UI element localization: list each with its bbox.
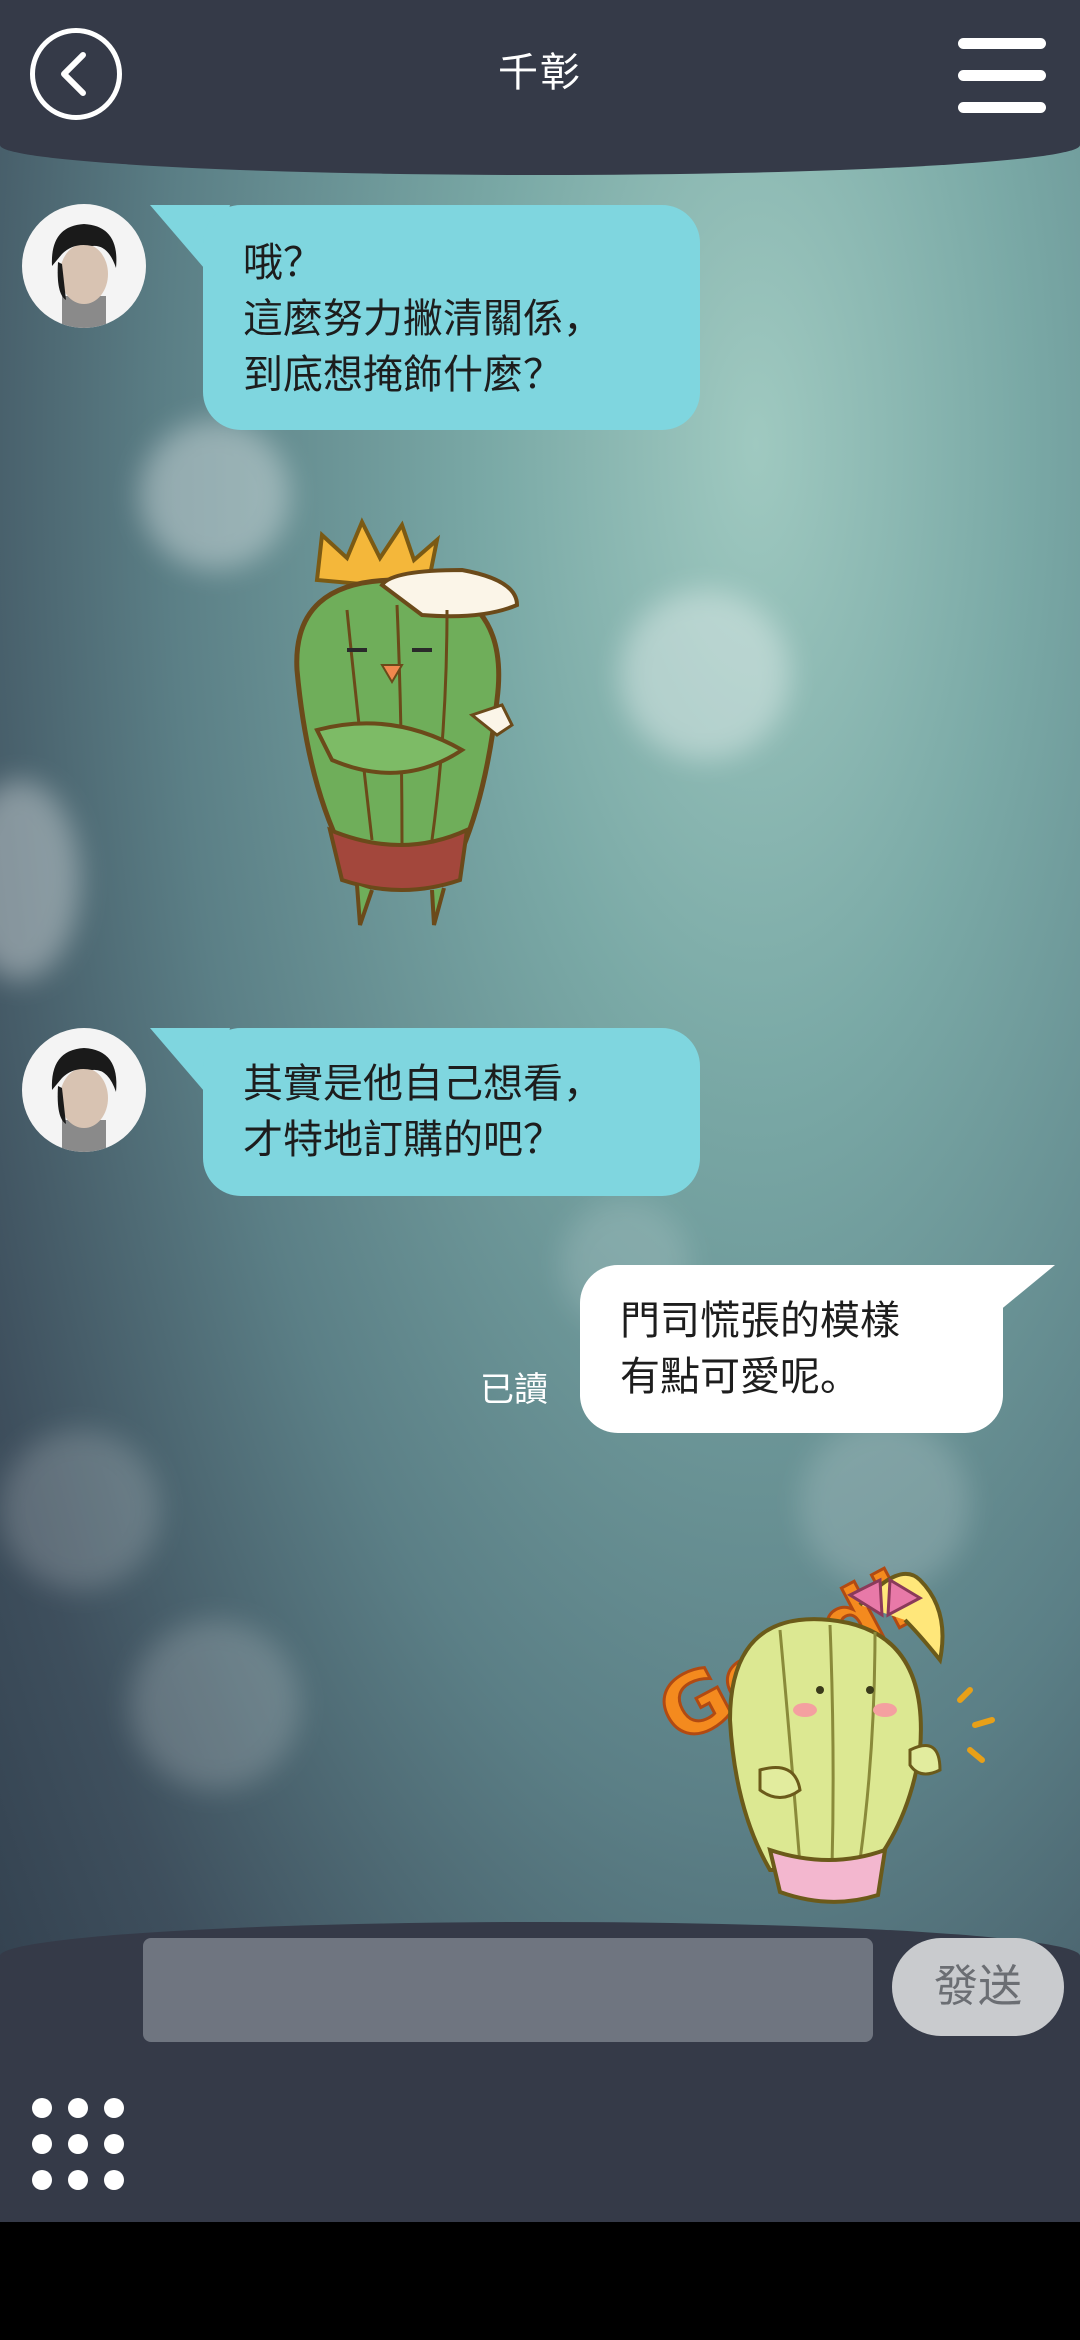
message-bubble: 門司慌張的模樣 有點可愛呢。 xyxy=(580,1265,1003,1433)
bokeh-light xyxy=(620,590,790,760)
message-bubble: 其實是他自己想看， 才特地訂購的吧？ xyxy=(203,1028,700,1196)
bokeh-light xyxy=(130,1620,300,1790)
message-input[interactable] xyxy=(143,1938,873,2042)
bokeh-light xyxy=(0,780,80,980)
message-line: 有點可愛呢。 xyxy=(620,1354,860,1400)
message-line: 哦？ xyxy=(243,240,323,286)
read-receipt: 已讀 xyxy=(480,1370,548,1410)
chat-screen: 千彰 哦？ 這麼努力撇清關係， 到底想掩飾什麼？ 其實是他自己想看， 才特地訂購… xyxy=(0,0,1080,2222)
send-button[interactable]: 發送 xyxy=(892,1938,1064,2036)
cactus-sticker xyxy=(294,517,520,926)
bokeh-light xyxy=(0,1430,160,1590)
chat-title: 千彰 xyxy=(498,50,582,96)
avatar[interactable] xyxy=(22,1028,146,1152)
message-line: 才特地訂購的吧？ xyxy=(243,1117,563,1163)
top-bar: 千彰 xyxy=(0,0,1080,175)
menu-icon[interactable] xyxy=(958,38,1048,116)
avatar[interactable] xyxy=(22,204,146,328)
message-line: 其實是他自己想看， xyxy=(243,1061,603,1107)
message-line: 這麼努力撇清關係， xyxy=(243,296,603,342)
good-cactus-sticker: Good! xyxy=(642,1548,995,1904)
message-line: 門司慌張的模樣 xyxy=(620,1298,900,1344)
message-line: 到底想掩飾什麼？ xyxy=(243,352,563,398)
grid-menu-icon[interactable] xyxy=(32,2098,124,2190)
message-bubble: 哦？ 這麼努力撇清關係， 到底想掩飾什麼？ xyxy=(203,205,700,430)
